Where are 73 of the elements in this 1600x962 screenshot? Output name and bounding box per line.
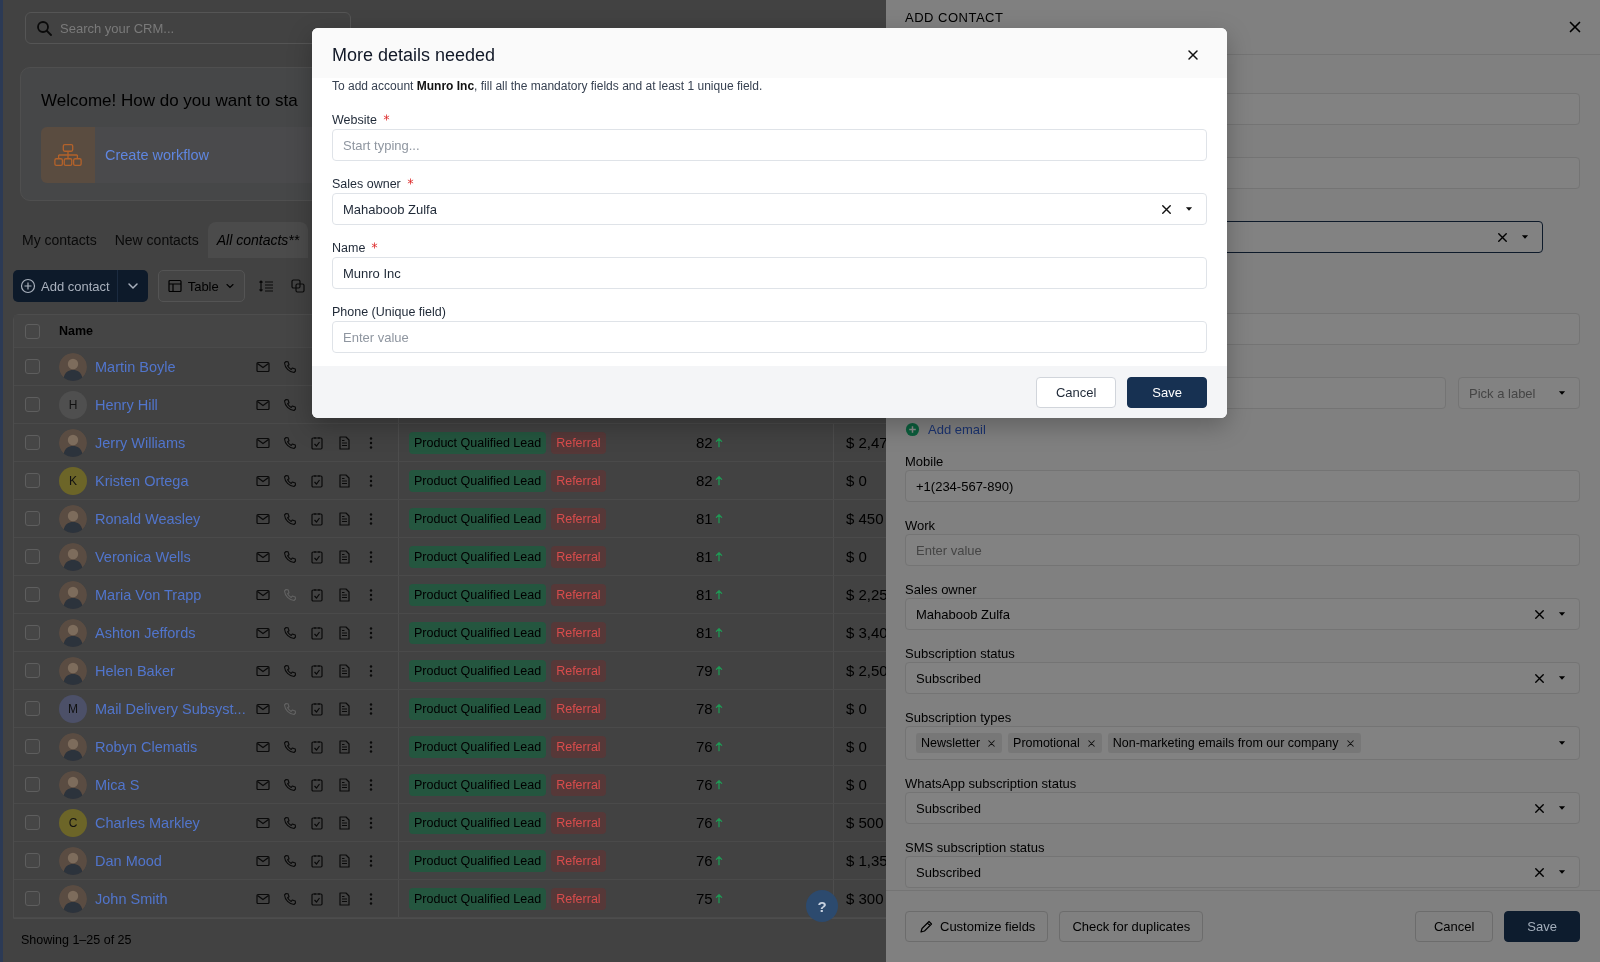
- tag: Referral: [551, 621, 606, 644]
- amount: $ 1,35: [846, 851, 888, 869]
- score: 76: [696, 852, 713, 869]
- field-label: SMS subscription status: [905, 840, 1046, 856]
- score: 81: [696, 548, 713, 565]
- welcome-heading: Welcome! How do you want to sta: [41, 91, 298, 111]
- score: 76: [696, 814, 713, 831]
- tag: Referral: [551, 507, 606, 530]
- amount: $ 450: [846, 509, 884, 527]
- amount: $ 500: [846, 813, 884, 831]
- amount: $ 0: [846, 737, 867, 755]
- tag: Product Qualified Lead: [409, 773, 547, 796]
- tag: Product Qualified Lead: [409, 811, 547, 834]
- field-label: Website: [332, 112, 377, 128]
- dialog-description: To add account Munro Inc, fill all the mandatory fields and at least 1 unique field.: [332, 78, 764, 94]
- tag: Referral: [551, 659, 606, 682]
- field-label: Mobile: [905, 454, 945, 470]
- field-label: Name: [332, 240, 366, 256]
- tag: Referral: [551, 545, 606, 568]
- tag: Product Qualified Lead: [409, 507, 547, 530]
- score: 76: [696, 738, 713, 755]
- avatar: M: [59, 694, 87, 723]
- field-label: Sales owner: [905, 582, 978, 598]
- score: 82: [696, 434, 713, 451]
- tag-chip: Promotional: [1008, 733, 1102, 753]
- tag: Referral: [551, 811, 606, 834]
- tag: Referral: [551, 735, 606, 758]
- tag-chip: Newsletter: [916, 733, 1003, 753]
- field-label: WhatsApp subscription status: [905, 776, 1078, 792]
- amount: $ 300: [846, 889, 884, 907]
- tag: Product Qualified Lead: [409, 849, 547, 872]
- tag: Product Qualified Lead: [409, 621, 547, 644]
- field-label: Work: [905, 518, 937, 534]
- score: 79: [696, 662, 713, 679]
- tag: Product Qualified Lead: [409, 735, 547, 758]
- field-label: Phone (Unique field): [332, 304, 446, 320]
- amount: $ 0: [846, 547, 867, 565]
- tag: Referral: [551, 697, 606, 720]
- column-header: Name: [58, 324, 95, 338]
- tag: Referral: [551, 887, 606, 910]
- amount: $ 0: [846, 699, 867, 717]
- panel-title: ADD CONTACT: [905, 10, 1004, 26]
- score: 78: [696, 700, 713, 717]
- amount: $ 2,47: [846, 433, 888, 451]
- avatar: C: [59, 808, 87, 837]
- tag: Product Qualified Lead: [409, 431, 547, 454]
- field-label: Subscription status: [905, 646, 1016, 662]
- amount: $ 0: [846, 471, 867, 489]
- tag: Product Qualified Lead: [409, 697, 547, 720]
- tag: Referral: [551, 469, 606, 492]
- dialog-title: More details needed: [332, 44, 496, 66]
- score: 81: [696, 510, 713, 527]
- tag: Referral: [551, 773, 606, 796]
- tag: Product Qualified Lead: [409, 545, 547, 568]
- score: 81: [696, 586, 713, 603]
- tag: Product Qualified Lead: [409, 659, 547, 682]
- score: 75: [696, 890, 713, 907]
- score: 81: [696, 624, 713, 641]
- tag: Referral: [551, 431, 606, 454]
- field-label: Subscription types: [905, 710, 1013, 726]
- tag: Product Qualified Lead: [409, 887, 547, 910]
- avatar: K: [59, 466, 87, 495]
- avatar: H: [59, 390, 87, 419]
- score: 82: [696, 472, 713, 489]
- tag: Product Qualified Lead: [409, 583, 547, 606]
- tag: Referral: [551, 849, 606, 872]
- results-summary: Showing 1–25 of 25: [21, 933, 133, 947]
- tag: Referral: [551, 583, 606, 606]
- tag-chip: Non-marketing emails from our company: [1107, 733, 1361, 753]
- tag: Product Qualified Lead: [409, 469, 547, 492]
- amount: $ 0: [846, 775, 867, 793]
- score: 76: [696, 776, 713, 793]
- amount: $ 2,25: [846, 585, 888, 603]
